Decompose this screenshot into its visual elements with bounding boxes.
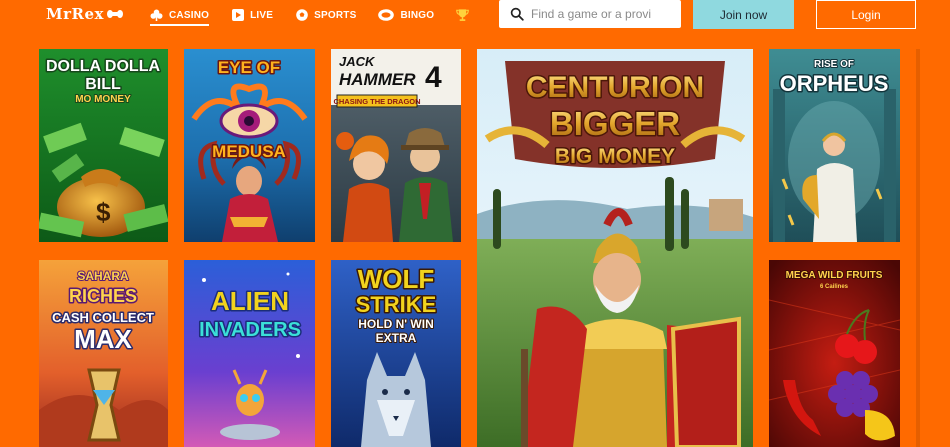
mrrex-logo[interactable]: MrRex [46, 4, 123, 24]
casino-page: MrRex CASINO LIVE SPORTS BINGO Find a ga… [0, 0, 950, 447]
soccer-ball-icon [295, 9, 308, 22]
game-tile-rise-of-orpheus[interactable]: RISE OF ORPHEUS [769, 49, 900, 242]
game-tile-centurion-bigger-big-money[interactable]: CENTURION BIGGER BIG MONEY [477, 49, 753, 447]
medusa-title-line1: EYE OF [218, 58, 280, 77]
nav-casino[interactable]: CASINO [150, 0, 210, 30]
dolla-dolla-bill-artwork: $ DOLLA DOLLA BILL MO MONEY [39, 49, 168, 242]
game-tile-eye-of-medusa[interactable]: EYE OF MEDUSA [184, 49, 315, 242]
nav-sports-label: SPORTS [314, 9, 357, 21]
alien-title-line1: ALIEN [211, 286, 289, 316]
jack-title-number: 4 [425, 61, 442, 94]
medusa-title-line2: MEDUSA [212, 142, 286, 161]
eye-of-medusa-artwork: EYE OF MEDUSA [184, 49, 315, 242]
game-tile-jack-hammer-4[interactable]: JACK HAMMER 4 CHASING THE DRAGON [331, 49, 461, 242]
alien-title-line2: INVADERS [199, 319, 301, 341]
nav-casino-label: CASINO [169, 9, 210, 21]
next-column-edge [916, 49, 920, 447]
game-tile-alien-invaders[interactable]: ALIEN INVADERS [184, 260, 315, 447]
wolf-title-line2: STRIKE [356, 292, 437, 317]
jack-subtitle: CHASING THE DRAGON [333, 97, 420, 106]
logo-text: MrRex [46, 5, 104, 23]
wolf-title-line1: WOLF [358, 264, 435, 294]
mega-title-line1: MEGA WILD FRUITS [786, 270, 883, 281]
centurion-title-line1: CENTURION [526, 71, 704, 104]
sahara-riches-artwork: SAHARA RICHES CASH COLLECT MAX [39, 260, 168, 447]
orpheus-title-line1: RISE OF [814, 59, 854, 70]
login-button[interactable]: Login [816, 0, 916, 29]
dolla-title-line1: DOLLA DOLLA [46, 58, 161, 75]
mega-title-line2: 6 Cailines [820, 284, 849, 290]
svg-text:$: $ [96, 197, 111, 227]
alien-invaders-artwork: ALIEN INVADERS [184, 260, 315, 447]
nav-promotions[interactable] [456, 0, 475, 30]
search-icon [510, 7, 524, 21]
sahara-title-line2: RICHES [69, 286, 137, 306]
centurion-title-line3: BIG MONEY [555, 145, 675, 168]
sahara-title-line4: MAX [74, 324, 132, 354]
nav-live[interactable]: LIVE [231, 0, 273, 30]
dolla-subtitle: MO MONEY [75, 94, 131, 105]
jack-hammer-4-artwork: JACK HAMMER 4 CHASING THE DRAGON [331, 49, 461, 242]
wolf-strike-artwork: WOLF STRIKE HOLD N' WIN EXTRA [331, 260, 461, 447]
bone-icon [106, 10, 123, 18]
game-tile-mega-wild-fruits[interactable]: MEGA WILD FRUITS 6 Cailines [769, 260, 900, 447]
join-now-button[interactable]: Join now [693, 0, 794, 29]
game-tile-sahara-riches[interactable]: SAHARA RICHES CASH COLLECT MAX [39, 260, 168, 447]
club-icon [150, 9, 163, 22]
jack-title-line1: JACK [339, 54, 376, 69]
game-tile-wolf-strike[interactable]: WOLF STRIKE HOLD N' WIN EXTRA [331, 260, 461, 447]
centurion-bigger-big-money-artwork: CENTURION BIGGER BIG MONEY [477, 49, 753, 447]
rise-of-orpheus-artwork: RISE OF ORPHEUS [769, 49, 900, 242]
game-search[interactable] [499, 0, 681, 28]
live-play-icon [231, 9, 244, 22]
wolf-title-line3: HOLD N' WIN [358, 317, 434, 331]
game-tile-dolla-dolla-bill[interactable]: $ DOLLA DOLLA BILL MO MONEY [39, 49, 168, 242]
bingo-ball-icon [378, 9, 395, 22]
main-nav: CASINO LIVE SPORTS BINGO [150, 0, 475, 30]
nav-live-label: LIVE [250, 9, 274, 21]
nav-bingo[interactable]: BINGO [378, 0, 434, 30]
trophy-icon [456, 9, 470, 22]
sahara-title-line3: CASH COLLECT [52, 310, 154, 325]
centurion-title-line2: BIGGER [550, 105, 680, 142]
top-navigation-bar: MrRex CASINO LIVE SPORTS BINGO Find a ga… [0, 0, 950, 30]
nav-bingo-label: BINGO [400, 9, 435, 21]
nav-sports[interactable]: SPORTS [295, 0, 356, 30]
orpheus-title-line2: ORPHEUS [780, 71, 889, 96]
jack-title-line2: HAMMER [339, 70, 416, 89]
dolla-title-line2: BILL [85, 76, 121, 93]
wolf-title-line4: EXTRA [376, 331, 417, 345]
mega-wild-fruits-artwork: MEGA WILD FRUITS 6 Cailines [769, 260, 900, 447]
search-input[interactable] [531, 7, 676, 21]
sahara-title-line1: SAHARA [77, 269, 129, 283]
